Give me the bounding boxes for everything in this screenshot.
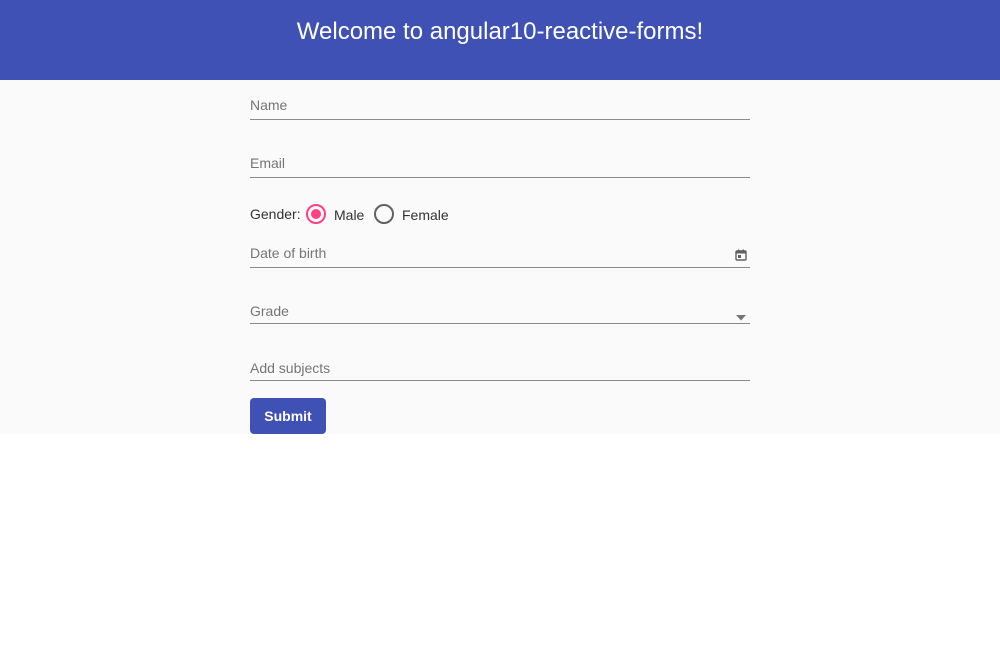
radio-dot <box>311 209 321 219</box>
dob-field[interactable]: Date of birth <box>250 228 750 268</box>
grade-underline <box>250 323 750 324</box>
subjects-underline <box>250 380 750 381</box>
gender-male-label[interactable]: Male <box>334 206 364 224</box>
app-toolbar: Welcome to angular10-reactive-forms! <box>0 0 1000 80</box>
gender-group: Gender: Male Female <box>250 203 750 227</box>
grade-select[interactable]: Grade <box>250 284 750 324</box>
email-label: Email <box>250 155 286 171</box>
calendar-icon-svg <box>735 249 747 261</box>
dob-label: Date of birth <box>250 245 327 261</box>
name-label: Name <box>250 97 288 113</box>
gender-female-label[interactable]: Female <box>402 206 449 224</box>
email-input[interactable] <box>250 138 750 177</box>
main-content: Name Email Gender: Male Female Date of b… <box>0 80 1000 434</box>
grade-label: Grade <box>250 303 289 319</box>
calendar-icon[interactable] <box>735 248 747 266</box>
name-field[interactable]: Name <box>250 80 750 120</box>
email-underline <box>250 177 750 178</box>
submit-button[interactable]: Submit <box>250 398 326 434</box>
radio-circle[interactable] <box>374 204 394 224</box>
subjects-field[interactable]: Add subjects <box>250 341 750 381</box>
email-field[interactable]: Email <box>250 138 750 178</box>
subjects-label: Add subjects <box>250 360 331 376</box>
student-form: Name Email Gender: Male Female Date of b… <box>250 80 750 434</box>
grade-input[interactable] <box>250 284 750 323</box>
dropdown-arrow-icon-svg <box>736 315 746 321</box>
name-input[interactable] <box>250 80 750 119</box>
dob-underline <box>250 267 750 268</box>
name-underline <box>250 119 750 120</box>
app-title: Welcome to angular10-reactive-forms! <box>296 18 704 45</box>
gender-label: Gender: <box>250 206 301 222</box>
